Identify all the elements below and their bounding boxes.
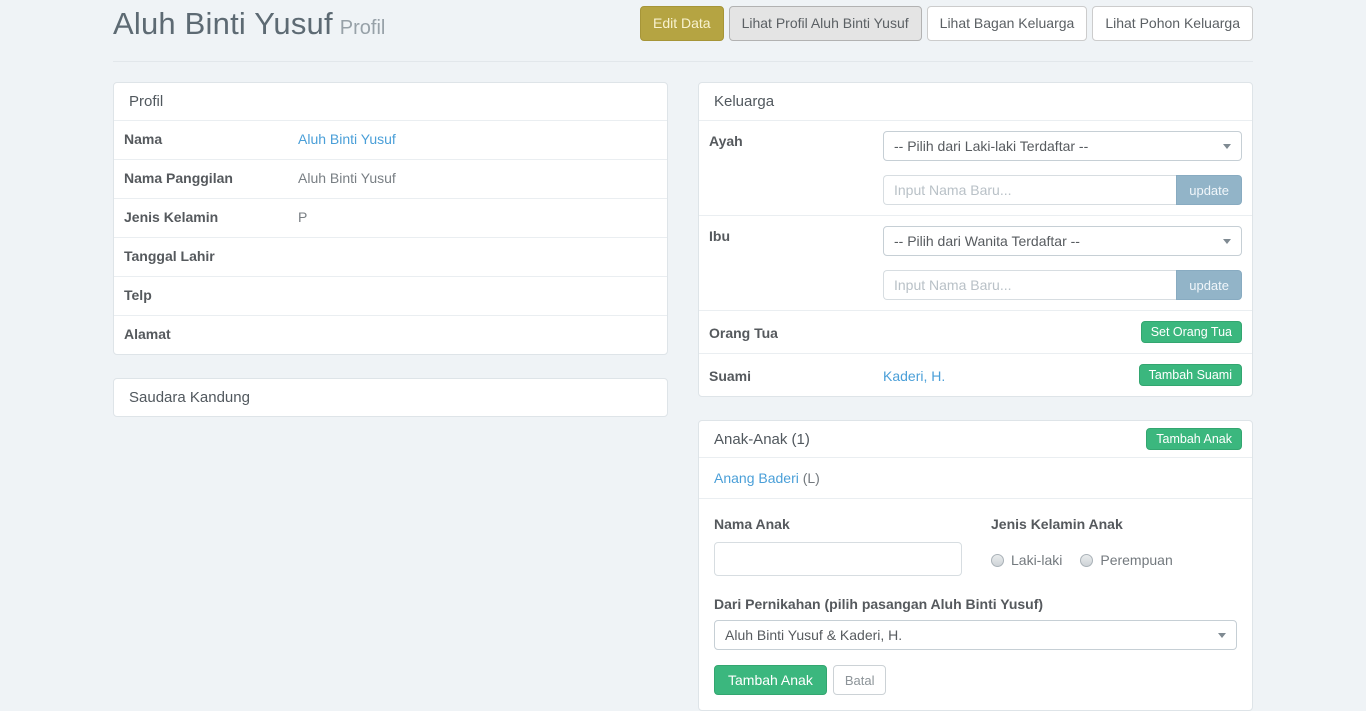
pernikahan-select[interactable]: Aluh Binti Yusuf & Kaderi, H. bbox=[714, 620, 1237, 650]
anak-anak-title: Anak-Anak (1) bbox=[714, 431, 810, 448]
page-title: Aluh Binti Yusuf bbox=[113, 6, 333, 41]
row-label: Jenis Kelamin bbox=[124, 209, 298, 227]
ibu-select-value: -- Pilih dari Wanita Terdaftar -- bbox=[894, 233, 1080, 249]
row-label: Telp bbox=[124, 287, 298, 305]
ayah-select[interactable]: -- Pilih dari Laki-laki Terdaftar -- bbox=[883, 131, 1242, 161]
radio-perempuan[interactable]: Perempuan bbox=[1080, 552, 1172, 568]
tambah-suami-button[interactable]: Tambah Suami bbox=[1139, 364, 1242, 386]
form-actions: Tambah Anak Batal bbox=[714, 665, 1237, 695]
keluarga-panel: Keluarga Ayah -- Pilih dari Laki-laki Te… bbox=[698, 82, 1253, 397]
ayah-row: Ayah -- Pilih dari Laki-laki Terdaftar -… bbox=[699, 120, 1252, 215]
ayah-label: Ayah bbox=[709, 131, 883, 205]
set-orang-tua-button[interactable]: Set Orang Tua bbox=[1141, 321, 1242, 343]
table-row: Alamat bbox=[114, 315, 667, 354]
add-child-form: Nama Anak Jenis Kelamin Anak Laki-laki bbox=[699, 498, 1252, 710]
view-family-chart-button[interactable]: Lihat Bagan Keluarga bbox=[927, 6, 1088, 41]
row-value bbox=[298, 287, 657, 305]
jenis-kelamin-column: Jenis Kelamin Anak Laki-laki Perempuan bbox=[991, 514, 1237, 576]
keluarga-panel-title: Keluarga bbox=[699, 83, 1252, 120]
ibu-select[interactable]: -- Pilih dari Wanita Terdaftar -- bbox=[883, 226, 1242, 256]
ibu-new-name-input[interactable] bbox=[883, 270, 1176, 300]
table-row: Tanggal Lahir bbox=[114, 237, 667, 276]
suami-row: Suami Kaderi, H. Tambah Suami bbox=[699, 353, 1252, 396]
profil-panel-title: Profil bbox=[114, 83, 667, 120]
chevron-down-icon bbox=[1223, 144, 1231, 149]
orang-tua-row: Orang Tua Set Orang Tua bbox=[699, 310, 1252, 353]
row-value bbox=[298, 326, 657, 344]
gender-radio-group: Laki-laki Perempuan bbox=[991, 552, 1237, 568]
radio-perempuan-label: Perempuan bbox=[1100, 552, 1172, 568]
ayah-new-name-input[interactable] bbox=[883, 175, 1176, 205]
orang-tua-label: Orang Tua bbox=[709, 323, 883, 341]
suami-name-link[interactable]: Kaderi, H. bbox=[883, 368, 945, 384]
dari-pernikahan-label: Dari Pernikahan (pilih pasangan Aluh Bin… bbox=[714, 596, 1237, 612]
ayah-select-value: -- Pilih dari Laki-laki Terdaftar -- bbox=[894, 138, 1088, 154]
row-label: Nama Panggilan bbox=[124, 170, 298, 188]
chevron-down-icon bbox=[1223, 239, 1231, 244]
pernikahan-select-value: Aluh Binti Yusuf & Kaderi, H. bbox=[725, 627, 902, 643]
view-family-tree-button[interactable]: Lihat Pohon Keluarga bbox=[1092, 6, 1253, 41]
anak-anak-panel: Anak-Anak (1) Tambah Anak Anang Baderi (… bbox=[698, 420, 1253, 711]
profil-panel: Profil Nama Aluh Binti Yusuf Nama Panggi… bbox=[113, 82, 668, 355]
page-header: Aluh Binti Yusuf Profil Edit Data Lihat P… bbox=[113, 0, 1253, 62]
page-container: Aluh Binti Yusuf Profil Edit Data Lihat P… bbox=[113, 0, 1253, 711]
radio-icon[interactable] bbox=[1080, 554, 1093, 567]
row-label: Tanggal Lahir bbox=[124, 248, 298, 266]
form-row: Nama Anak Jenis Kelamin Anak Laki-laki bbox=[714, 514, 1237, 576]
batal-button[interactable]: Batal bbox=[833, 665, 887, 695]
table-row: Nama Aluh Binti Yusuf bbox=[114, 120, 667, 159]
view-profile-button[interactable]: Lihat Profil Aluh Binti Yusuf bbox=[729, 6, 922, 41]
ayah-controls: -- Pilih dari Laki-laki Terdaftar -- upd… bbox=[883, 131, 1242, 205]
row-value: Aluh Binti Yusuf bbox=[298, 170, 657, 188]
ibu-controls: -- Pilih dari Wanita Terdaftar -- update bbox=[883, 226, 1242, 300]
top-button-group: Edit Data Lihat Profil Aluh Binti Yusuf … bbox=[640, 5, 1253, 41]
edit-data-button[interactable]: Edit Data bbox=[640, 6, 724, 41]
ibu-row: Ibu -- Pilih dari Wanita Terdaftar -- up… bbox=[699, 215, 1252, 310]
table-row: Telp bbox=[114, 276, 667, 315]
saudara-kandung-panel: Saudara Kandung bbox=[113, 378, 668, 417]
main-content: Profil Nama Aluh Binti Yusuf Nama Panggi… bbox=[113, 82, 1253, 711]
radio-icon[interactable] bbox=[991, 554, 1004, 567]
left-column: Profil Nama Aluh Binti Yusuf Nama Panggi… bbox=[113, 82, 668, 711]
profile-name-link[interactable]: Aluh Binti Yusuf bbox=[298, 131, 396, 147]
radio-laki-laki-label: Laki-laki bbox=[1011, 552, 1062, 568]
child-list-item: Anang Baderi (L) bbox=[699, 457, 1252, 498]
ayah-input-group: update bbox=[883, 175, 1242, 205]
tambah-anak-header-button[interactable]: Tambah Anak bbox=[1146, 428, 1242, 450]
right-column: Keluarga Ayah -- Pilih dari Laki-laki Te… bbox=[698, 82, 1253, 711]
tambah-anak-submit-button[interactable]: Tambah Anak bbox=[714, 665, 827, 695]
ayah-update-button[interactable]: update bbox=[1176, 175, 1242, 205]
ibu-label: Ibu bbox=[709, 226, 883, 300]
nama-anak-column: Nama Anak bbox=[714, 514, 962, 576]
radio-laki-laki[interactable]: Laki-laki bbox=[991, 552, 1062, 568]
row-label: Alamat bbox=[124, 326, 298, 344]
nama-anak-label: Nama Anak bbox=[714, 516, 962, 532]
title-wrap: Aluh Binti Yusuf Profil bbox=[113, 5, 385, 48]
anak-anak-header: Anak-Anak (1) Tambah Anak bbox=[699, 421, 1252, 457]
page-subtitle: Profil bbox=[340, 17, 386, 39]
row-label: Nama bbox=[124, 131, 298, 149]
saudara-kandung-title: Saudara Kandung bbox=[114, 379, 667, 416]
table-row: Nama Panggilan Aluh Binti Yusuf bbox=[114, 159, 667, 198]
chevron-down-icon bbox=[1218, 633, 1226, 638]
suami-label: Suami bbox=[709, 366, 883, 384]
child-gender-suffix: (L) bbox=[799, 470, 820, 486]
row-value: P bbox=[298, 209, 657, 227]
child-name-link[interactable]: Anang Baderi bbox=[714, 470, 799, 486]
jenis-kelamin-anak-label: Jenis Kelamin Anak bbox=[991, 516, 1237, 532]
table-row: Jenis Kelamin P bbox=[114, 198, 667, 237]
ibu-update-button[interactable]: update bbox=[1176, 270, 1242, 300]
nama-anak-input[interactable] bbox=[714, 542, 962, 576]
row-value bbox=[298, 248, 657, 266]
ibu-input-group: update bbox=[883, 270, 1242, 300]
